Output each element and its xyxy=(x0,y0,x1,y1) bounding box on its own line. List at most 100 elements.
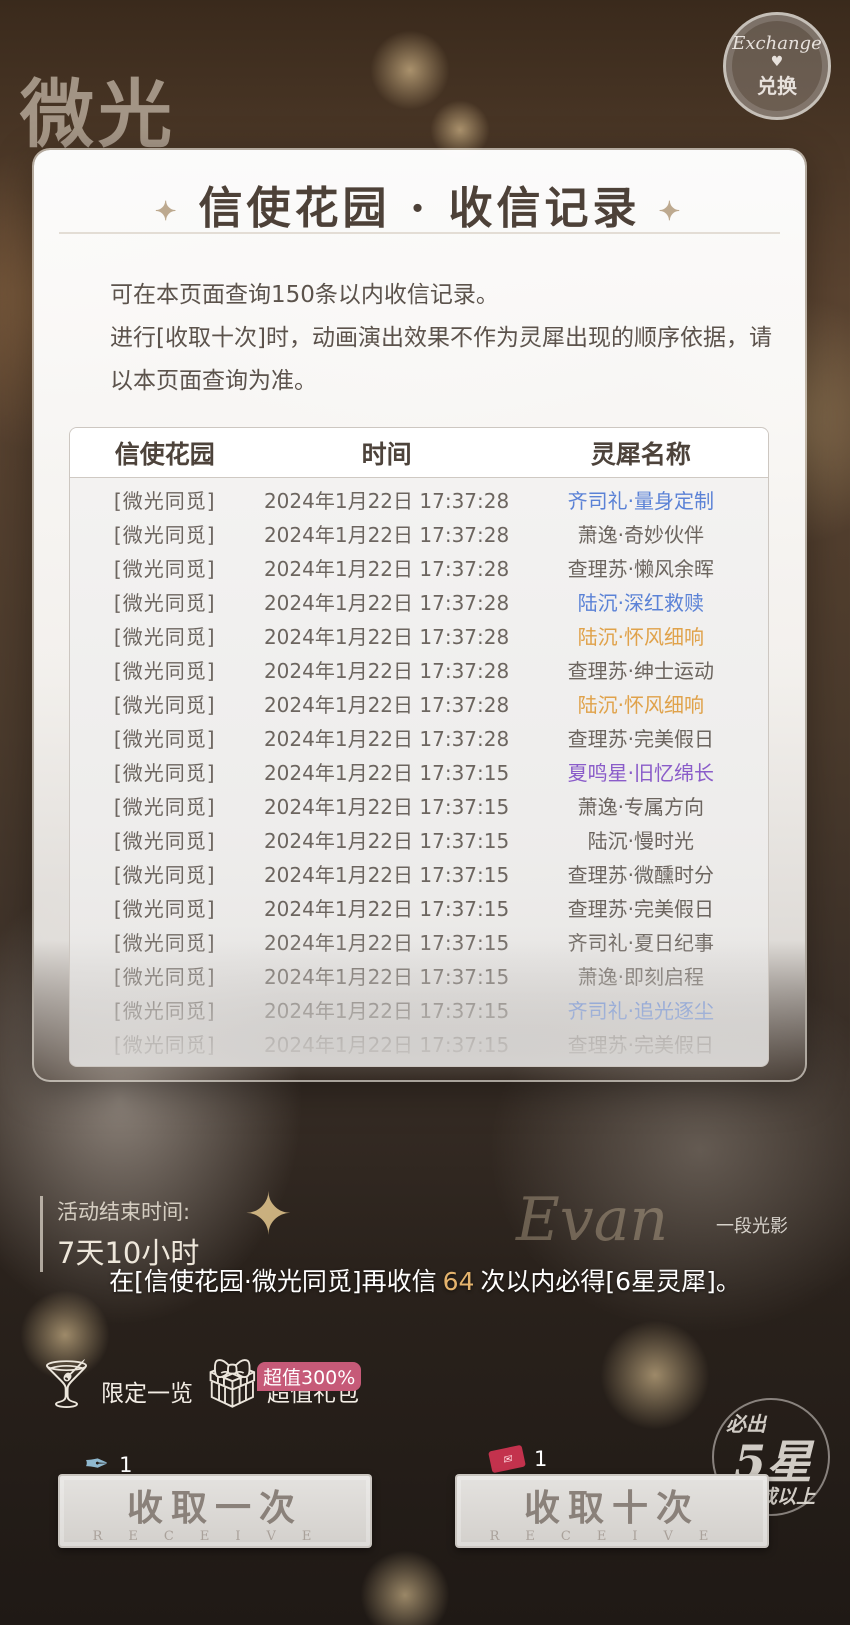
pity-suffix: 次以内必得[6星灵犀]。 xyxy=(480,1267,741,1296)
row-card-name: 萧逸·奇妙伙伴 xyxy=(577,522,705,547)
gift-discount-badge: 超值300% xyxy=(257,1362,362,1391)
row-pool: [微光同觅] xyxy=(113,828,216,853)
pity-notice: 在[信使花园·微光同觅]再收信 64 次以内必得[6星灵犀]。 xyxy=(0,1262,850,1298)
row-time: 2024年1月22日 17:37:15 xyxy=(263,896,510,921)
row-time: 2024年1月22日 17:37:15 xyxy=(263,998,510,1023)
row-pool: [微光同觅] xyxy=(113,896,216,921)
table-row: [微光同觅] 2024年1月22日 17:37:15 查理苏·微醺时分 xyxy=(70,856,768,890)
row-pool: [微光同觅] xyxy=(113,692,216,717)
card-caption: 一段光影 xyxy=(716,1216,788,1237)
receive-once-label: 收取一次 xyxy=(126,1486,303,1529)
record-panel: ✦ 信使花园 · 收信记录 ✦ 可在本页面查询150条以内收信记录。 进行[收取十次… xyxy=(34,150,805,1080)
row-card-name: 陆沉·怀风细响 xyxy=(577,624,705,649)
row-time: 2024年1月22日 17:37:28 xyxy=(263,726,510,751)
table-row: [微光同觅] 2024年1月22日 17:37:28 陆沉·怀风细响 xyxy=(70,686,768,720)
bokeh-light xyxy=(360,1550,450,1625)
row-pool: [微光同觅] xyxy=(113,794,216,819)
table-row: [微光同觅] 2024年1月22日 17:37:15 查理苏·完美假日 xyxy=(70,890,768,924)
table-row: [微光同觅] 2024年1月22日 17:37:28 陆沉·怀风细响 xyxy=(70,618,768,652)
row-card-name: 查理苏·绅士运动 xyxy=(567,658,715,683)
table-row: [微光同觅] 2024年1月22日 17:37:15 查理苏·完美假日 xyxy=(70,1026,768,1060)
row-time: 2024年1月22日 17:37:28 xyxy=(263,590,510,615)
cocktail-glass-icon: 🍸︎ xyxy=(36,1356,97,1412)
sparkle-icon: ✦ xyxy=(658,196,685,227)
row-pool: [微光同觅] xyxy=(113,930,216,955)
table-row: [微光同觅] 2024年1月22日 17:37:28 查理苏·绅士运动 xyxy=(70,652,768,686)
table-body[interactable]: [微光同觅] 2024年1月22日 17:37:28 齐司礼·量身定制 [微光同觅] 2… xyxy=(70,478,768,1064)
bokeh-light xyxy=(370,30,450,110)
single-cost-value: 1 xyxy=(119,1452,133,1477)
row-card-name: 齐司礼·量身定制 xyxy=(567,488,715,513)
table-row: [微光同觅] 2024年1月22日 17:37:15 夏鸣星·旧忆绵长 xyxy=(70,754,768,788)
row-card-name: 查理苏·完美假日 xyxy=(567,726,715,751)
row-pool: [微光同觅] xyxy=(113,624,216,649)
table-row: [微光同觅] 2024年1月22日 17:37:28 查理苏·完美假日 xyxy=(70,720,768,754)
panel-description: 可在本页面查询150条以内收信记录。 进行[收取十次]时，动画演出效果不作为灵犀… xyxy=(110,274,790,403)
row-pool: [微光同觅] xyxy=(113,488,216,513)
limited-preview-label: 限定一览 xyxy=(100,1381,193,1407)
row-card-name: 萧逸·即刻启程 xyxy=(577,964,705,989)
row-time: 2024年1月22日 17:37:15 xyxy=(263,828,510,853)
row-time: 2024年1月22日 17:37:28 xyxy=(263,522,510,547)
row-time: 2024年1月22日 17:37:15 xyxy=(263,930,510,955)
row-pool: [微光同觅] xyxy=(113,862,216,887)
row-card-name: 陆沉·怀风细响 xyxy=(577,692,705,717)
exchange-label-en: Exchange xyxy=(732,33,822,54)
event-end-label: 活动结束时间: xyxy=(57,1200,191,1224)
row-time: 2024年1月22日 17:37:28 xyxy=(263,624,510,649)
pity-prefix: 在[信使花园·微光同觅]再收信 xyxy=(109,1267,437,1296)
description-line: 进行[收取十次]时，动画演出效果不作为灵犀出现的顺序依据，请以本页面查询为准。 xyxy=(110,325,772,394)
heart-icon: ♥ xyxy=(770,54,784,70)
table-row: [微光同觅] 2024年1月22日 17:37:15 齐司礼·追光逐尘 xyxy=(70,992,768,1026)
table-row: [微光同觅] 2024年1月22日 17:37:28 查理苏·懒风余晖 xyxy=(70,550,768,584)
row-card-name: 齐司礼·夏日纪事 xyxy=(567,930,715,955)
row-pool: [微光同觅] xyxy=(113,998,216,1023)
row-card-name: 查理苏·完美假日 xyxy=(567,1032,715,1057)
table-row: [微光同觅] 2024年1月22日 17:37:15 萧逸·专属方向 xyxy=(70,788,768,822)
row-pool: [微光同觅] xyxy=(113,658,216,683)
row-pool: [微光同觅] xyxy=(113,556,216,581)
event-timer: 活动结束时间: 7天10小时 xyxy=(40,1196,199,1272)
row-time: 2024年1月22日 17:37:15 xyxy=(263,1032,510,1057)
row-time: 2024年1月22日 17:37:15 xyxy=(263,794,510,819)
record-table[interactable]: 信使花园 时间 灵犀名称 [微光同觅] 2024年1月22日 17:37:28 齐司… xyxy=(69,427,769,1067)
ticket-icon: ✉ xyxy=(488,1444,526,1474)
table-row: [微光同觅] 2024年1月22日 17:37:15 萧逸·即刻启程 xyxy=(70,958,768,992)
ten-cost-value: 1 xyxy=(534,1447,548,1471)
row-time: 2024年1月22日 17:37:28 xyxy=(263,692,510,717)
row-time: 2024年1月22日 17:37:15 xyxy=(263,760,510,785)
panel-title-bar: ✦ 信使花园 · 收信记录 ✦ xyxy=(34,172,805,236)
bokeh-light xyxy=(600,1320,710,1430)
row-time: 2024年1月22日 17:37:28 xyxy=(263,556,510,581)
gift-box-icon: 🎁︎ xyxy=(202,1356,263,1412)
receive-ten-sub: RECEIVE xyxy=(489,1528,735,1544)
sparkle-icon: ✦ xyxy=(154,196,181,227)
description-line: 可在本页面查询150条以内收信记录。 xyxy=(110,282,499,308)
exchange-label: 兑换 xyxy=(757,74,797,98)
receive-once-sub: RECEIVE xyxy=(92,1528,338,1544)
header-name: 灵犀名称 xyxy=(590,439,691,469)
table-row: [微光同觅] 2024年1月22日 17:37:15 齐司礼·夏日纪事 xyxy=(70,924,768,958)
row-card-name: 齐司礼·追光逐尘 xyxy=(567,998,715,1023)
background-title: 微光 xyxy=(20,72,176,158)
header-pool: 信使花园 xyxy=(114,439,215,469)
limited-preview-button[interactable]: 🍸︎ 限定一览 xyxy=(36,1360,193,1408)
row-pool: [微光同觅] xyxy=(113,590,216,615)
row-card-name: 陆沉·慢时光 xyxy=(587,828,695,853)
pity-count: 64 xyxy=(442,1267,475,1296)
row-card-name: 查理苏·懒风余晖 xyxy=(567,556,715,581)
panel-title: 信使花园 · 收信记录 xyxy=(198,183,641,234)
row-pool: [微光同觅] xyxy=(113,1032,216,1057)
row-time: 2024年1月22日 17:37:15 xyxy=(263,964,510,989)
row-time: 2024年1月22日 17:37:15 xyxy=(263,862,510,887)
receive-once-button[interactable]: 收取一次 RECEIVE xyxy=(58,1474,372,1548)
table-row: [微光同觅] 2024年1月22日 17:37:28 齐司礼·量身定制 xyxy=(70,482,768,516)
character-watermark: Evan xyxy=(516,1185,669,1255)
row-pool: [微光同觅] xyxy=(113,726,216,751)
table-row: [微光同觅] 2024年1月22日 17:37:28 萧逸·奇妙伙伴 xyxy=(70,516,768,550)
row-pool: [微光同觅] xyxy=(113,760,216,785)
receive-ten-button[interactable]: 收取十次 RECEIVE xyxy=(455,1474,769,1548)
exchange-button[interactable]: Exchange ♥ 兑换 xyxy=(723,12,831,120)
ten-cost: ✉ 1 xyxy=(488,1444,548,1474)
table-row: [微光同觅] 2024年1月22日 17:37:28 陆沉·深红救赎 xyxy=(70,584,768,618)
